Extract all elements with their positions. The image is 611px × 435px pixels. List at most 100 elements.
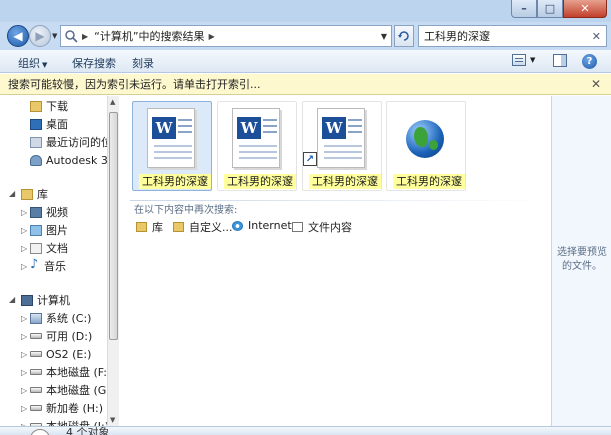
expand-arrow-icon[interactable]: ▷ <box>21 244 27 253</box>
close-icon[interactable]: ✕ <box>591 77 601 91</box>
change-view-button[interactable]: ▼ <box>512 54 535 66</box>
search-again-libraries[interactable]: 库 <box>136 219 163 235</box>
nav-item-videos[interactable]: 视频 <box>30 203 118 221</box>
search-input[interactable]: 工科男的深邃 ✕ <box>418 25 607 47</box>
nav-item-drive-h[interactable]: 新加卷 (H:) <box>30 399 118 417</box>
search-again-label: 自定义... <box>189 221 233 234</box>
nav-item-drive-d[interactable]: 可用 (D:) <box>30 327 118 345</box>
organize-button[interactable]: 组织 ▼ <box>18 55 47 71</box>
search-again-custom[interactable]: 自定义... <box>173 219 233 235</box>
result-item-label: 工科男的深邃 <box>393 174 465 189</box>
result-item[interactable]: W 工科男的深邃 <box>217 101 297 191</box>
help-icon: ? <box>582 54 597 69</box>
libraries-icon <box>21 188 33 200</box>
computer-icon <box>21 294 33 306</box>
recent-pages-dropdown[interactable]: ▼ <box>52 32 57 40</box>
result-item-label: 工科男的深邃 <box>139 174 211 189</box>
scroll-down-icon[interactable]: ▼ <box>110 416 115 424</box>
clear-search-icon[interactable]: ✕ <box>592 30 601 43</box>
navigation-pane: 下载 桌面 最近访问的位置 Autodesk 360 ◢ 库 ▷ 视频 ▷ 图片… <box>0 96 119 426</box>
address-dropdown[interactable]: ▼ <box>381 32 387 41</box>
nav-item-music[interactable]: 音乐 <box>30 257 118 275</box>
window-controls: – □ ✕ <box>511 0 607 18</box>
scrollbar-thumb[interactable] <box>109 112 118 340</box>
expand-arrow-icon[interactable]: ▷ <box>21 386 27 395</box>
minimize-button[interactable]: – <box>511 0 537 18</box>
nav-item-desktop[interactable]: 桌面 <box>30 115 118 133</box>
file-contents-icon <box>292 222 303 232</box>
breadcrumb-separator[interactable]: ▶ <box>82 32 88 41</box>
expand-arrow-icon[interactable]: ▷ <box>21 404 27 413</box>
nav-item-pictures[interactable]: 图片 <box>30 221 118 239</box>
preview-pane-icon <box>553 54 567 67</box>
breadcrumb-separator[interactable]: ▶ <box>209 32 215 41</box>
drive-icon <box>30 369 42 375</box>
nav-item-computer[interactable]: 计算机 <box>21 291 118 309</box>
search-again-heading: 在以下内容中再次搜索: <box>134 205 238 216</box>
nav-item-drive-i[interactable]: 本地磁盘 (I:) <box>30 417 118 426</box>
expand-arrow-icon[interactable]: ▷ <box>21 332 27 341</box>
refresh-icon <box>398 31 409 41</box>
scroll-up-icon[interactable]: ▲ <box>110 98 115 106</box>
expand-arrow-icon[interactable]: ▷ <box>21 208 27 217</box>
drive-icon <box>30 351 42 357</box>
help-button[interactable]: ? <box>582 54 597 69</box>
result-item[interactable]: W 工科男的深邃 <box>132 101 212 191</box>
custom-folder-icon <box>173 222 184 232</box>
address-bar[interactable]: ▶ “计算机”中的搜索结果 ▶ ▼ <box>60 25 392 47</box>
nav-item-label: OS2 (E:) <box>46 347 92 361</box>
nav-item-drive-g[interactable]: 本地磁盘 (G:) <box>30 381 118 399</box>
result-item-label: 工科男的深邃 <box>224 174 296 189</box>
preview-message: 选择要预览 的文件。 <box>552 246 611 274</box>
nav-item-documents[interactable]: 文档 <box>30 239 118 257</box>
nav-pane-scrollbar[interactable]: ▲ ▼ <box>107 96 119 426</box>
shortcut-arrow-icon: ↗ <box>303 152 317 166</box>
drive-icon <box>30 333 42 339</box>
nav-item-downloads[interactable]: 下载 <box>30 97 118 115</box>
burn-button[interactable]: 刻录 <box>132 55 154 71</box>
nav-item-label: 可用 (D:) <box>46 330 93 343</box>
nav-item-recent-places[interactable]: 最近访问的位置 <box>30 133 118 151</box>
search-icon <box>65 30 78 43</box>
search-query-text[interactable]: 工科男的深邃 <box>424 28 490 44</box>
expand-arrow-icon[interactable]: ▷ <box>21 226 27 235</box>
expand-arrow-icon[interactable]: ▷ <box>21 350 27 359</box>
collapse-arrow-icon[interactable]: ◢ <box>9 189 15 198</box>
nav-item-autodesk-360[interactable]: Autodesk 360 <box>30 151 118 169</box>
nav-item-drive-f[interactable]: 本地磁盘 (F:) <box>30 363 118 381</box>
breadcrumb-search-results[interactable]: “计算机”中的搜索结果 <box>94 28 204 44</box>
result-item[interactable]: 工科男的深邃 <box>386 101 466 191</box>
save-search-button[interactable]: 保存搜索 <box>72 55 116 71</box>
word-document-icon: W <box>232 108 280 168</box>
search-again-internet[interactable]: Internet <box>232 219 292 232</box>
collapse-arrow-icon[interactable]: ◢ <box>9 295 15 304</box>
nav-item-label: 本地磁盘 (F:) <box>46 366 112 379</box>
search-again-file-contents[interactable]: 文件内容 <box>292 219 352 235</box>
system-drive-icon <box>30 312 42 324</box>
maximize-button[interactable]: □ <box>537 0 563 18</box>
forward-button[interactable]: ▶ <box>29 25 51 47</box>
back-button[interactable]: ◀ <box>7 25 29 47</box>
title-bar: – □ ✕ <box>0 0 611 22</box>
nav-item-drive-e[interactable]: OS2 (E:) <box>30 345 118 363</box>
preview-pane-button[interactable] <box>553 54 567 67</box>
expand-arrow-icon[interactable]: ▷ <box>21 314 27 323</box>
info-bar-text[interactable]: 搜索可能较慢，因为索引未运行。请单击打开索引... <box>8 76 261 92</box>
close-button[interactable]: ✕ <box>563 0 607 18</box>
preview-pane: 选择要预览 的文件。 <box>551 96 611 426</box>
nav-item-label: 桌面 <box>46 118 68 131</box>
expand-arrow-icon[interactable]: ▷ <box>21 368 27 377</box>
search-again-label: 库 <box>152 221 163 234</box>
chevron-down-icon: ▼ <box>42 61 48 69</box>
index-info-bar[interactable]: 搜索可能较慢，因为索引未运行。请单击打开索引... ✕ <box>0 74 611 95</box>
expand-arrow-icon[interactable]: ▷ <box>21 262 27 271</box>
result-item[interactable]: W ↗ 工科男的深邃 <box>302 101 382 191</box>
nav-item-drive-c[interactable]: 系统 (C:) <box>30 309 118 327</box>
nav-item-label: 视频 <box>46 206 68 219</box>
nav-item-libraries[interactable]: 库 <box>21 185 118 203</box>
refresh-button[interactable] <box>394 25 414 47</box>
documents-library-icon <box>30 242 42 254</box>
details-pane: 4 个对象 <box>0 426 611 435</box>
download-folder-icon <box>30 100 42 112</box>
organize-label: 组织 <box>18 57 40 70</box>
